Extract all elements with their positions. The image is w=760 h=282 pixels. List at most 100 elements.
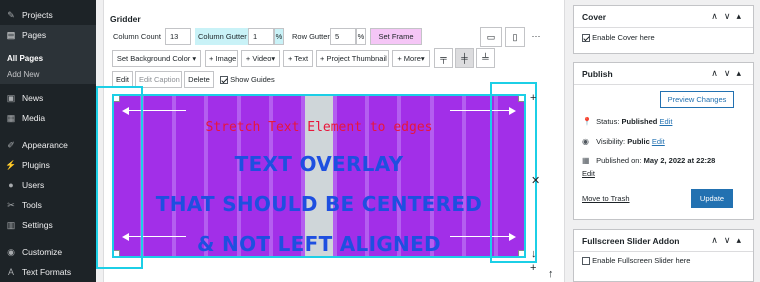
slider-box-title: Fullscreen Slider Addon <box>582 236 680 246</box>
box-controls[interactable]: ∧∨▴ <box>711 235 747 246</box>
fullscreen-slider-box: Fullscreen Slider Addon ∧∨▴ Enable Fulls… <box>573 229 754 282</box>
status-edit-link[interactable]: Edit <box>659 117 672 126</box>
submenu-all-pages[interactable]: All Pages <box>7 54 43 63</box>
mobile-icon: ▯ <box>512 32 518 42</box>
sidebar-item-appearance[interactable]: ✐ Appearance <box>0 135 96 155</box>
add-video-label: + Video <box>245 54 272 63</box>
sidebar-item-label: Projects <box>22 10 53 20</box>
arrow-up-icon[interactable]: ↑ <box>548 268 554 280</box>
row-gutter-label: Row Gutter <box>292 32 330 41</box>
visibility-edit-link[interactable]: Edit <box>652 137 665 146</box>
sidebar-item-media[interactable]: ▦ Media <box>0 108 96 128</box>
set-background-color-button[interactable]: Set Background Color ▾ <box>112 50 201 67</box>
caret-up-icon: ▴ <box>736 68 747 78</box>
update-button[interactable]: Update <box>691 189 733 208</box>
sidebar-item-label: Tools <box>22 200 42 210</box>
sidebar-item-plugins[interactable]: ⚡ Plugins <box>0 155 96 175</box>
box-controls[interactable]: ∧∨▴ <box>711 11 747 22</box>
preview-changes-button[interactable]: Preview Changes <box>660 91 734 108</box>
column-count-input[interactable]: 13 <box>165 28 191 45</box>
sidebar-item-label: Users <box>22 180 45 190</box>
submenu-add-new[interactable]: Add New <box>7 70 39 79</box>
column-gutter-input[interactable]: 1 <box>248 28 274 45</box>
close-icon[interactable]: ✕ <box>531 174 540 187</box>
customize-icon: ◉ <box>7 246 15 257</box>
show-guides-toggle[interactable]: Show Guides <box>217 71 278 88</box>
publish-box-header: Publish ∧∨▴ <box>574 63 753 85</box>
box-controls[interactable]: ∧∨▴ <box>711 68 747 79</box>
stretch-text-annotation: Stretch Text Element to edges <box>205 120 433 135</box>
add-more-label: + More <box>397 54 421 63</box>
chevron-down-icon: ▾ <box>420 54 425 63</box>
add-project-thumbnail-button[interactable]: + Project Thumbnail <box>316 50 389 67</box>
sidebar-item-settings[interactable]: ▥ Settings <box>0 215 96 235</box>
overlay-text-line[interactable]: TEXT OVERLAY <box>112 152 526 176</box>
enable-slider-row[interactable]: Enable Fullscreen Slider here <box>582 256 690 266</box>
align-top-button[interactable]: ╤ <box>434 48 453 68</box>
status-label: Status: <box>596 117 620 126</box>
users-icon: ● <box>8 180 14 190</box>
add-text-button[interactable]: + Text <box>283 50 313 67</box>
chevron-down-icon: ∨ <box>723 235 737 245</box>
appearance-icon: ✐ <box>7 139 15 150</box>
cover-box-title: Cover <box>582 12 607 22</box>
align-middle-icon: ╪ <box>461 53 468 63</box>
row-gutter-unit: % <box>356 28 366 45</box>
enable-cover-row[interactable]: Enable Cover here <box>582 33 655 43</box>
enable-cover-checkbox[interactable] <box>582 34 590 43</box>
row-gutter-input[interactable]: 5 <box>330 28 356 45</box>
chevron-down-icon: ∨ <box>723 68 737 78</box>
news-icon: ▣ <box>6 92 16 103</box>
overlay-text-line[interactable]: THAT SHOULD BE CENTERED <box>112 192 526 216</box>
more-options-button[interactable]: ··· <box>528 27 544 47</box>
align-middle-button[interactable]: ╪ <box>455 48 474 68</box>
sidebar-item-label: News <box>22 93 44 103</box>
add-more-button[interactable]: + More▾ <box>392 50 430 67</box>
published-edit-link[interactable]: Edit <box>582 169 595 178</box>
add-row-icon[interactable]: + <box>530 262 536 274</box>
align-bottom-button[interactable]: ╧ <box>476 48 495 68</box>
published-on-row: ▦ Published on: May 2, 2022 at 22:28 <box>582 156 715 165</box>
sidebar-item-label: Customize <box>22 247 63 257</box>
published-on-value: May 2, 2022 at 22:28 <box>643 156 716 165</box>
pages-icon: ▤ <box>6 29 16 40</box>
column-gutter-label: Column Gutter <box>195 28 250 45</box>
mobile-view-button[interactable]: ▯ <box>505 27 525 47</box>
move-to-trash-link[interactable]: Move to Trash <box>582 194 630 203</box>
add-image-button[interactable]: + Image <box>205 50 238 67</box>
sidebar-item-projects[interactable]: ✎ Projects <box>0 5 96 25</box>
gridder-stage[interactable]: Stretch Text Element to edges TEXT OVERL… <box>112 94 526 258</box>
caret-up-icon: ▴ <box>736 235 747 245</box>
status-value: Published <box>621 117 658 126</box>
sidebar-item-label: Media <box>22 113 46 123</box>
gridder-title: Gridder <box>110 14 141 24</box>
add-row-icon[interactable]: + <box>530 92 536 104</box>
arrow-down-icon[interactable]: ↓ <box>531 248 537 260</box>
gridder-panel: Gridder Column Count 13 Column Gutter 1 … <box>96 0 565 282</box>
sidebar-item-text-formats[interactable]: A Text Formats <box>0 262 96 282</box>
enable-slider-checkbox[interactable] <box>582 257 590 266</box>
sidebar-item-news[interactable]: ▣ News <box>0 88 96 108</box>
sidebar-item-users[interactable]: ● Users <box>0 175 96 195</box>
slider-box-header: Fullscreen Slider Addon ∧∨▴ <box>574 230 753 252</box>
sidebar-item-customize[interactable]: ◉ Customize <box>0 242 96 262</box>
sidebar-item-label: Settings <box>22 220 53 230</box>
align-top-icon: ╤ <box>440 53 447 63</box>
cover-box: Cover ∧∨▴ Enable Cover here <box>573 5 754 54</box>
overlay-text-line[interactable]: & NOT LEFT ALIGNED <box>112 232 526 256</box>
desktop-view-button[interactable]: ▭ <box>480 27 502 47</box>
eye-icon: ◉ <box>582 137 589 146</box>
chevron-down-icon: ▾ <box>192 54 197 63</box>
chevron-down-icon: ∨ <box>723 11 737 21</box>
column-count-label: Column Count <box>113 32 161 41</box>
chevron-up-icon: ∧ <box>711 235 724 245</box>
delete-button[interactable]: Delete <box>184 71 214 88</box>
show-guides-checkbox[interactable] <box>220 76 228 85</box>
add-video-button[interactable]: + Video▾ <box>241 50 280 67</box>
sidebar-item-tools[interactable]: ✂ Tools <box>0 195 96 215</box>
publish-box-title: Publish <box>582 69 613 79</box>
chevron-up-icon: ∧ <box>711 68 724 78</box>
sidebar-item-pages[interactable]: ▤ Pages <box>0 25 96 45</box>
align-bottom-icon: ╧ <box>482 53 489 63</box>
set-frame-button[interactable]: Set Frame <box>370 28 422 45</box>
